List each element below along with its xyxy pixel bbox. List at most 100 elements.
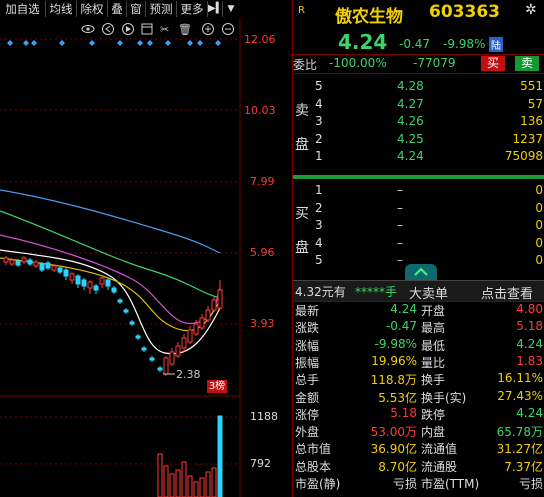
buy-price: – bbox=[397, 253, 403, 268]
stats-row: 总股本 8.70亿 流通股 7.37亿 bbox=[293, 458, 544, 475]
forecast-button[interactable]: 预测 bbox=[146, 1, 177, 17]
window-button[interactable]: 窗 bbox=[127, 1, 146, 17]
buy-level: 3 bbox=[315, 218, 323, 233]
candle-body bbox=[135, 335, 141, 339]
stat-label: 最低 bbox=[421, 338, 446, 353]
stat-value: 53.00万 bbox=[370, 425, 417, 440]
candle-body bbox=[117, 299, 123, 303]
buy-level: 1 bbox=[315, 183, 323, 197]
candle-body bbox=[99, 277, 105, 285]
buy-row[interactable]: 2 – 0 bbox=[293, 200, 544, 217]
sell-volume: 57 bbox=[527, 96, 543, 111]
stat-label: 振幅 bbox=[295, 355, 320, 370]
order-diff-value: -77079 bbox=[413, 56, 456, 70]
sell-volume: 1237 bbox=[512, 131, 543, 146]
candle-body bbox=[175, 345, 181, 357]
more-button[interactable]: 更多 bbox=[177, 1, 208, 17]
volume-bar bbox=[169, 473, 175, 497]
volume-bar bbox=[175, 469, 181, 497]
stat-label: 涨跌 bbox=[295, 321, 320, 336]
candle-body bbox=[39, 263, 45, 271]
expand-up-icon[interactable] bbox=[405, 264, 437, 280]
stats-row: 金额 5.53亿 换手(实) 27.43% bbox=[293, 389, 544, 406]
buy-row[interactable]: 1 – 0 bbox=[293, 182, 544, 199]
collapse-panel-icon[interactable]: ▶▍ bbox=[208, 1, 223, 17]
stat-value: 8.70亿 bbox=[378, 459, 417, 474]
stat-value: -0.47 bbox=[385, 319, 417, 334]
candle-body bbox=[211, 299, 217, 311]
volume-bar bbox=[187, 475, 193, 497]
candle-body bbox=[27, 259, 33, 265]
candle-body bbox=[187, 329, 193, 343]
big-order-volume: *****手 bbox=[355, 285, 398, 299]
candle-body bbox=[123, 309, 129, 313]
sell-row[interactable]: 1 4.24 75098 bbox=[293, 148, 544, 165]
candle-body bbox=[45, 262, 51, 269]
stat-label: 跌停 bbox=[421, 407, 446, 422]
order-ratio-row: 委比 -100.00% -77079 买 卖 bbox=[293, 54, 544, 74]
buy-row[interactable]: 3 – 0 bbox=[293, 217, 544, 234]
toolbar-dropdown-icon[interactable]: ▼ bbox=[223, 1, 239, 17]
buy-row[interactable]: 4 – 0 bbox=[293, 235, 544, 252]
stats-row: 涨幅 -9.98% 最低 4.24 bbox=[293, 337, 544, 354]
stat-label: 量比 bbox=[421, 355, 446, 370]
volume-bar bbox=[181, 461, 187, 497]
stat-value: 亏损 bbox=[392, 477, 417, 491]
kline-chart[interactable]: 2.38 bbox=[0, 18, 292, 497]
sell-row[interactable]: 5 4.28 551 bbox=[293, 78, 544, 95]
sell-volume: 136 bbox=[520, 114, 543, 129]
stat-value: 118.8万 bbox=[370, 373, 417, 388]
stat-label: 换手 bbox=[421, 373, 446, 388]
ex-rights-button[interactable]: 除权 bbox=[77, 1, 108, 17]
candle-body bbox=[141, 347, 147, 351]
margin-tag: R bbox=[298, 5, 305, 16]
candle-body bbox=[111, 287, 117, 293]
view-details-link[interactable]: 点击查看 bbox=[481, 283, 533, 302]
rank-badge[interactable]: 3榜 bbox=[207, 380, 227, 393]
candle-body bbox=[149, 357, 155, 361]
sell-volume: 551 bbox=[520, 79, 543, 93]
stats-row: 涨跌 -0.47 最高 5.18 bbox=[293, 319, 544, 336]
sell-button[interactable]: 卖 bbox=[515, 56, 539, 71]
stat-value: 1.83 bbox=[516, 353, 543, 368]
buy-button[interactable]: 买 bbox=[481, 56, 505, 71]
sell-row[interactable]: 3 4.26 136 bbox=[293, 113, 544, 130]
buy-volume: 0 bbox=[535, 218, 543, 233]
price-change: -0.47 bbox=[399, 37, 431, 51]
stat-value: 19.96% bbox=[371, 353, 417, 368]
last-price: 4.24 bbox=[338, 30, 388, 54]
chart-toolbar: 加自选 均线 除权 叠 窗 预测 更多 ▶▍ ▼ bbox=[0, 0, 240, 18]
stats-row: 市盈(静) 亏损 市盈(TTM) 亏损 bbox=[293, 475, 544, 492]
event-markers bbox=[7, 40, 221, 46]
candle-body bbox=[217, 289, 223, 309]
sell-row[interactable]: 4 4.27 57 bbox=[293, 96, 544, 113]
overlay-button[interactable]: 叠 bbox=[108, 1, 127, 17]
stat-label: 最新 bbox=[295, 304, 320, 318]
big-order-price: 4.32元有 bbox=[295, 285, 346, 299]
stat-label: 金额 bbox=[295, 390, 320, 405]
stat-value: 65.78万 bbox=[496, 425, 543, 440]
buy-level: 5 bbox=[315, 253, 323, 268]
stat-label: 最高 bbox=[421, 321, 446, 336]
stock-code: 603363 bbox=[429, 2, 500, 22]
volume-bar bbox=[217, 415, 223, 497]
big-order-bar[interactable]: 4.32元有 *****手 大卖单 点击查看 bbox=[293, 280, 544, 302]
ma-line-white bbox=[0, 249, 221, 355]
settings-gear-icon[interactable]: ✲ bbox=[525, 2, 537, 18]
ma-button[interactable]: 均线 bbox=[46, 1, 77, 17]
buy-price: – bbox=[397, 183, 403, 197]
stats-row: 最新 4.24 开盘 4.80 bbox=[293, 302, 544, 319]
stat-label: 开盘 bbox=[421, 304, 446, 318]
candle-body bbox=[93, 285, 99, 291]
stat-value: 5.53亿 bbox=[378, 390, 417, 405]
sell-row[interactable]: 2 4.25 1237 bbox=[293, 131, 544, 148]
stat-label: 涨停 bbox=[295, 407, 320, 422]
candle-body bbox=[75, 275, 81, 285]
buy-price: – bbox=[397, 235, 403, 250]
buy-volume: 0 bbox=[535, 183, 543, 197]
sell-level: 3 bbox=[315, 114, 323, 129]
stat-label: 换手(实) bbox=[421, 390, 467, 405]
candle-body bbox=[169, 351, 175, 365]
stat-label: 涨幅 bbox=[295, 338, 320, 353]
add-watchlist-button[interactable]: 加自选 bbox=[0, 1, 46, 17]
